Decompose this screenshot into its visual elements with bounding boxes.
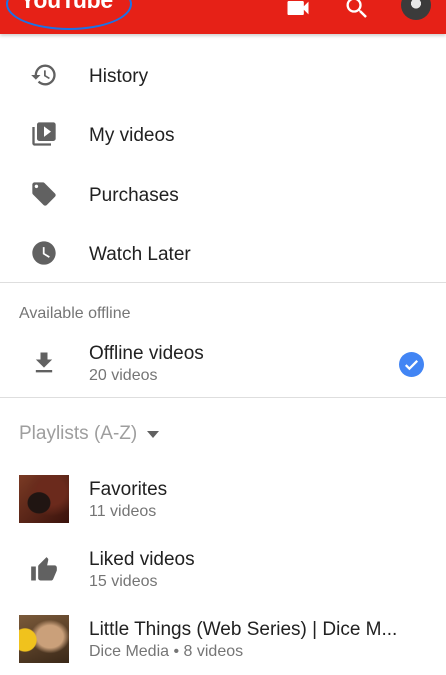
divider — [0, 397, 446, 398]
playlists-header-label: Playlists (A-Z) — [19, 423, 138, 444]
history-icon — [30, 61, 58, 89]
playlists-sort-dropdown[interactable]: Playlists (A-Z) — [19, 422, 160, 446]
purchases-label: Purchases — [89, 185, 179, 206]
search-icon[interactable] — [343, 0, 371, 22]
history-label: History — [89, 66, 149, 87]
list-item-watch-later[interactable]: Watch Later — [0, 233, 446, 275]
list-item-my-videos[interactable]: My videos — [0, 114, 446, 156]
thumbs-up-icon — [30, 556, 58, 584]
favorites-label: Favorites — [89, 479, 168, 500]
list-item-little-things[interactable]: Little Things (Web Series) | Dice M... D… — [0, 614, 446, 664]
list-item-history[interactable]: History — [0, 55, 446, 97]
divider — [0, 282, 446, 283]
list-item-offline-videos[interactable]: Offline videos 20 videos — [0, 338, 446, 388]
little-things-thumbnail — [19, 615, 69, 663]
purchases-tag-icon — [30, 180, 58, 208]
app-bar: YouTube — [0, 0, 446, 34]
video-camera-icon[interactable] — [284, 0, 312, 22]
download-icon — [30, 349, 58, 377]
list-item-purchases[interactable]: Purchases — [0, 174, 446, 216]
offline-videos-count: 20 videos — [89, 367, 158, 384]
check-circle-icon[interactable] — [399, 352, 424, 377]
my-videos-label: My videos — [89, 125, 175, 146]
watch-later-clock-icon — [30, 239, 58, 267]
list-item-favorites[interactable]: Favorites 11 videos — [0, 474, 446, 524]
liked-videos-label: Liked videos — [89, 549, 195, 570]
youtube-logo[interactable]: YouTube — [20, 0, 113, 14]
avatar[interactable] — [401, 0, 431, 20]
little-things-meta: Dice Media • 8 videos — [89, 643, 244, 660]
caret-down-icon — [147, 430, 160, 438]
available-offline-header: Available offline — [19, 305, 131, 322]
offline-videos-label: Offline videos — [89, 343, 204, 364]
list-item-liked-videos[interactable]: Liked videos 15 videos — [0, 544, 446, 594]
my-videos-icon — [30, 120, 58, 148]
watch-later-label: Watch Later — [89, 244, 191, 265]
favorites-count: 11 videos — [89, 503, 157, 520]
liked-videos-count: 15 videos — [89, 573, 158, 590]
little-things-label: Little Things (Web Series) | Dice M... — [89, 619, 398, 640]
favorites-thumbnail — [19, 475, 69, 523]
